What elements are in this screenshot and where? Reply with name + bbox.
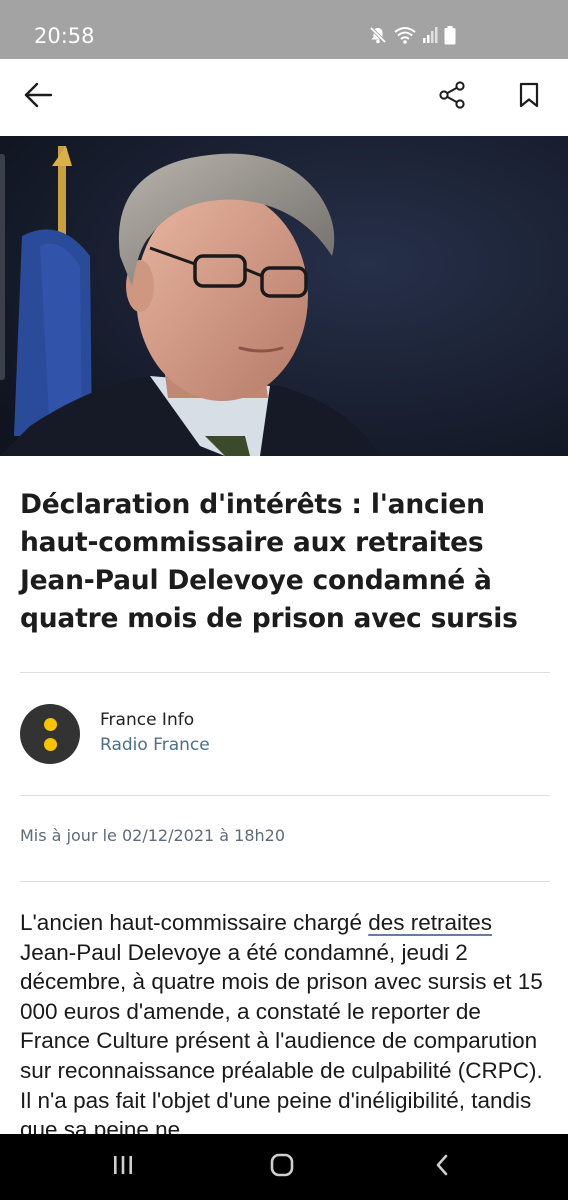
status-time: 20:58 xyxy=(34,24,95,48)
nav-back-button[interactable] xyxy=(422,1150,462,1184)
divider xyxy=(20,672,550,673)
bookmark-button[interactable] xyxy=(509,77,549,117)
divider xyxy=(20,795,550,796)
system-nav-bar xyxy=(0,1134,568,1200)
article-body: L'ancien haut-commissaire chargé des ret… xyxy=(20,908,550,1145)
article-title: Déclaration d'intérêts : l'ancien haut-c… xyxy=(20,489,518,634)
article-hero-image xyxy=(0,136,568,456)
signal-icon xyxy=(422,27,438,43)
status-icons xyxy=(368,24,456,46)
share-icon xyxy=(438,80,466,114)
back-button[interactable] xyxy=(18,77,58,117)
recents-icon xyxy=(111,1154,135,1181)
home-icon xyxy=(269,1153,295,1182)
wifi-icon xyxy=(394,26,416,44)
battery-icon xyxy=(444,25,456,45)
hero-edge-indicator xyxy=(0,154,5,380)
recents-button[interactable] xyxy=(103,1150,143,1184)
body-text: L'ancien haut-commissaire chargé xyxy=(20,910,369,935)
back-icon xyxy=(433,1153,451,1182)
body-link[interactable]: des retraites xyxy=(368,910,492,935)
source-publisher: Radio France xyxy=(100,735,210,755)
home-button[interactable] xyxy=(262,1150,302,1184)
body-text-continued: Jean-Paul Delevoye a été condamné, jeudi… xyxy=(20,939,543,1143)
source-logo-icon xyxy=(20,704,80,764)
article-source[interactable]: France Info Radio France xyxy=(20,704,550,766)
source-name: France Info xyxy=(100,710,195,730)
bookmark-icon xyxy=(518,81,540,114)
divider xyxy=(20,881,550,882)
status-bar: 20:58 xyxy=(0,0,568,59)
updated-timestamp: Mis à jour le 02/12/2021 à 18h20 xyxy=(20,826,286,845)
app-bar xyxy=(0,59,568,136)
mute-icon xyxy=(368,25,388,45)
back-arrow-icon xyxy=(23,82,53,113)
share-button[interactable] xyxy=(432,77,472,117)
